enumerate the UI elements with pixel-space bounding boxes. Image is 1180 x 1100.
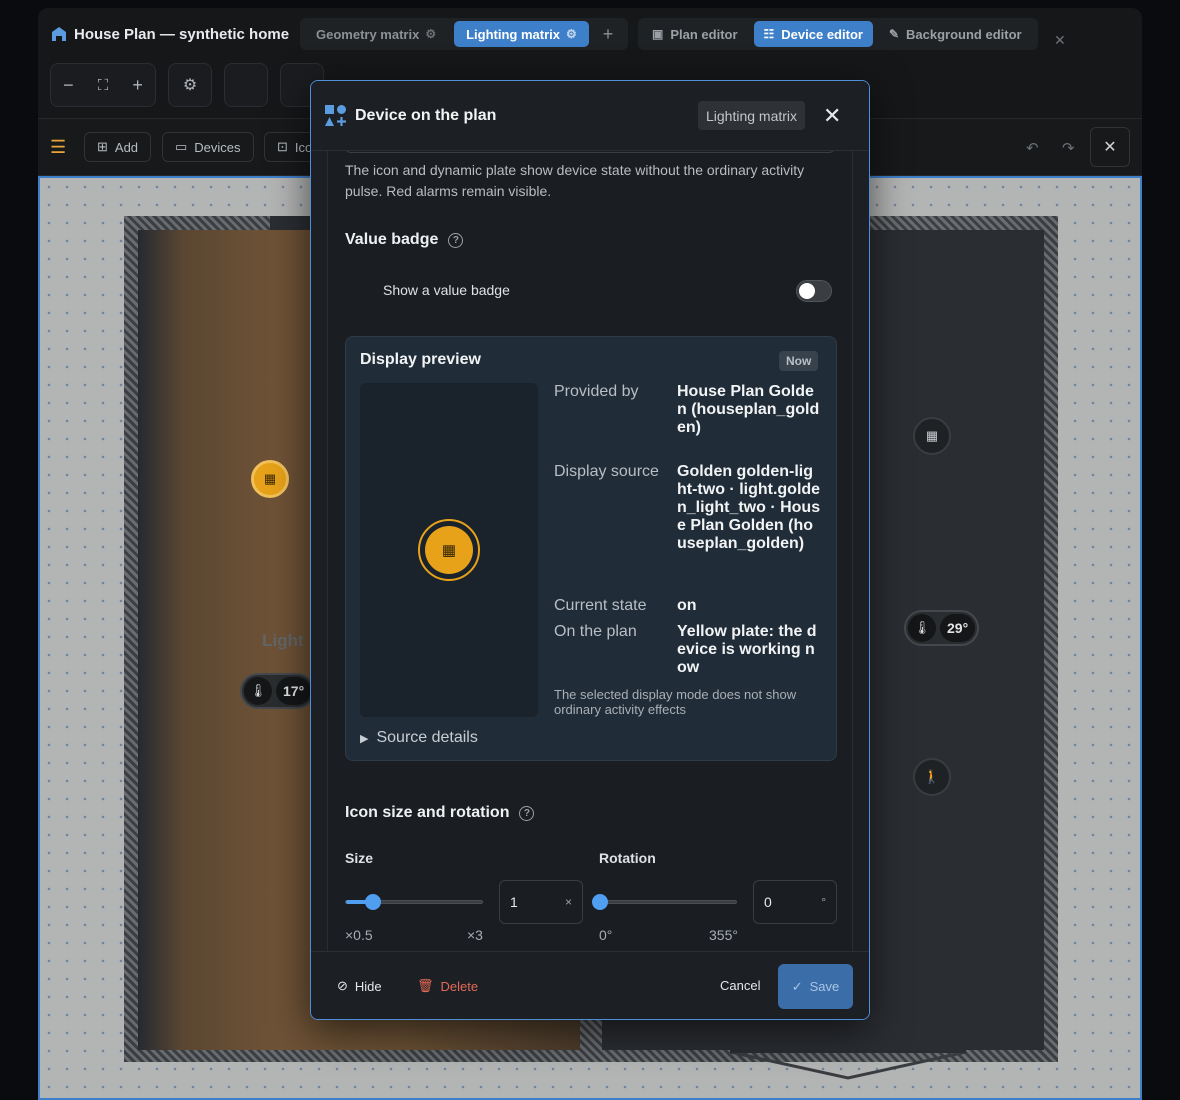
preview-canvas: ▦ xyxy=(360,383,538,717)
matrix-chip: Lighting matrix xyxy=(698,101,806,130)
room-label: Light xyxy=(262,631,304,650)
close-icon: ✕ xyxy=(1103,139,1117,156)
fit-icon[interactable]: ⛶ xyxy=(98,77,109,94)
add-button[interactable]: ⊞ Add xyxy=(84,132,152,162)
size-input[interactable]: 1 × xyxy=(499,880,583,924)
mode-background-editor[interactable]: ✎ Background editor xyxy=(879,21,1032,47)
tab-lighting-matrix[interactable]: Lighting matrix ⚙ xyxy=(454,21,589,47)
undo-icon[interactable]: ↶ xyxy=(1026,139,1039,157)
temperature-sensor-left[interactable]: 🌡 17° xyxy=(240,673,316,709)
rotation-min-label: 0° xyxy=(599,927,613,943)
save-button[interactable]: ✓ Save xyxy=(778,964,853,1009)
device-dialog: Device on the plan Lighting matrix ✕ The… xyxy=(310,80,870,1020)
devices-icon: ▭ xyxy=(175,139,188,154)
preview-note: The selected display mode does not show … xyxy=(554,687,797,717)
rotation-max-label: 355° xyxy=(709,927,738,943)
close-icon[interactable]: ✕ xyxy=(1054,32,1066,49)
help-icon[interactable]: ? xyxy=(519,805,535,821)
value-badge-toggle[interactable] xyxy=(796,280,832,302)
tool-button-empty-1[interactable] xyxy=(224,63,268,107)
size-min-label: ×0.5 xyxy=(345,927,373,943)
dialog-footer: ⊘ Hide 🗑 Delete Cancel ✓ Save xyxy=(311,951,869,1019)
gear-icon: ⚙ xyxy=(565,27,577,41)
shapes-icon: ⊡ xyxy=(277,139,288,154)
mode-switcher: ▣ Plan editor ☷ Device editor ✎ Background … xyxy=(638,18,1038,50)
plus-square-icon: ⊞ xyxy=(97,139,108,154)
rotation-slider[interactable] xyxy=(592,894,737,910)
preview-device: ▦ xyxy=(418,519,480,581)
eye-off-icon: ⊘ xyxy=(337,978,348,993)
dialog-header: Device on the plan Lighting matrix ✕ xyxy=(311,81,869,151)
thermometer-icon: 🌡 xyxy=(244,677,272,705)
mode-device-editor[interactable]: ☷ Device editor xyxy=(753,21,873,47)
top-bar: House Plan — synthetic home Geometry mat… xyxy=(38,8,1142,64)
close-dialog-button[interactable]: ✕ xyxy=(823,103,841,129)
device-light-left[interactable]: ▦ xyxy=(251,460,289,498)
preview-title: Display preview xyxy=(360,351,481,368)
zoom-in-button[interactable]: + xyxy=(132,75,143,96)
exit-editor-button[interactable]: ✕ xyxy=(1090,127,1130,167)
dialog-body[interactable]: The icon and dynamic plate show device s… xyxy=(327,151,853,951)
chip-icon: ▦ xyxy=(925,428,939,443)
gear-icon: ⚙ xyxy=(425,27,437,41)
value-badge-heading: Value badge ? xyxy=(345,231,464,249)
motion-sensor[interactable]: 🚶 xyxy=(913,758,951,796)
triangle-right-icon: ▶ xyxy=(360,732,369,745)
size-label: Size xyxy=(345,850,374,866)
rotation-label: Rotation xyxy=(599,850,656,866)
gear-icon: ⚙ xyxy=(182,77,198,94)
source-details-toggle[interactable]: ▶ Source details xyxy=(360,729,478,747)
help-icon[interactable]: ? xyxy=(448,232,464,248)
delete-button[interactable]: 🗑 Delete xyxy=(417,978,478,994)
zoom-tools: − ⛶ + ⚙ xyxy=(50,62,324,108)
zoom-control: − ⛶ + xyxy=(50,63,156,107)
chip-icon: ▦ xyxy=(425,526,473,574)
shapes-icon xyxy=(325,105,346,126)
rotation-slider-handle[interactable] xyxy=(592,894,608,910)
tab-geometry-matrix[interactable]: Geometry matrix ⚙ xyxy=(304,21,448,47)
hide-button[interactable]: ⊘ Hide xyxy=(337,978,382,994)
check-icon: ✓ xyxy=(791,978,803,994)
size-max-label: ×3 xyxy=(467,927,483,943)
rotation-input[interactable]: 0 ° xyxy=(753,880,837,924)
value-badge-label: Show a value badge xyxy=(383,282,510,298)
redo-icon[interactable]: ↷ xyxy=(1062,139,1075,157)
close-icon: ✕ xyxy=(823,103,842,128)
display-mode-field[interactable] xyxy=(345,151,835,153)
icon-size-heading: Icon size and rotation ? xyxy=(345,804,535,822)
temperature-sensor-right[interactable]: 🌡 29° xyxy=(904,610,980,646)
zoom-out-button[interactable]: − xyxy=(63,75,74,96)
app-title: House Plan — synthetic home xyxy=(50,25,289,43)
brush-icon: ✎ xyxy=(888,27,900,41)
trash-icon: 🗑 xyxy=(417,978,434,993)
settings-button[interactable]: ⚙ xyxy=(168,63,212,107)
now-badge: Now xyxy=(779,351,819,371)
house-icon xyxy=(52,27,66,41)
walking-person-icon: 🚶 xyxy=(923,769,941,784)
size-slider-handle[interactable] xyxy=(365,894,382,910)
dialog-title: Device on the plan xyxy=(355,107,497,124)
device-light-right[interactable]: ▦ xyxy=(913,417,951,455)
size-slider[interactable] xyxy=(345,894,483,910)
add-tab-button[interactable]: + xyxy=(595,24,622,45)
sliders-icon[interactable]: ☰ xyxy=(50,137,66,158)
door xyxy=(270,216,310,230)
devices-button[interactable]: ▭ Devices xyxy=(162,132,254,162)
sliders-icon: ☷ xyxy=(763,27,775,41)
window-opening xyxy=(730,1048,967,1080)
mode-plan-editor[interactable]: ▣ Plan editor xyxy=(642,21,748,47)
display-mode-note: The icon and dynamic plate show device s… xyxy=(345,162,805,199)
chip-icon: ▦ xyxy=(263,471,277,486)
thermometer-icon: 🌡 xyxy=(908,614,936,642)
matrix-tabs: Geometry matrix ⚙ Lighting matrix ⚙ + xyxy=(300,18,628,50)
display-preview: Display preview Now ▦ Provided by House … xyxy=(345,336,837,761)
cancel-button[interactable]: Cancel xyxy=(720,978,760,993)
plan-icon: ▣ xyxy=(652,27,664,41)
